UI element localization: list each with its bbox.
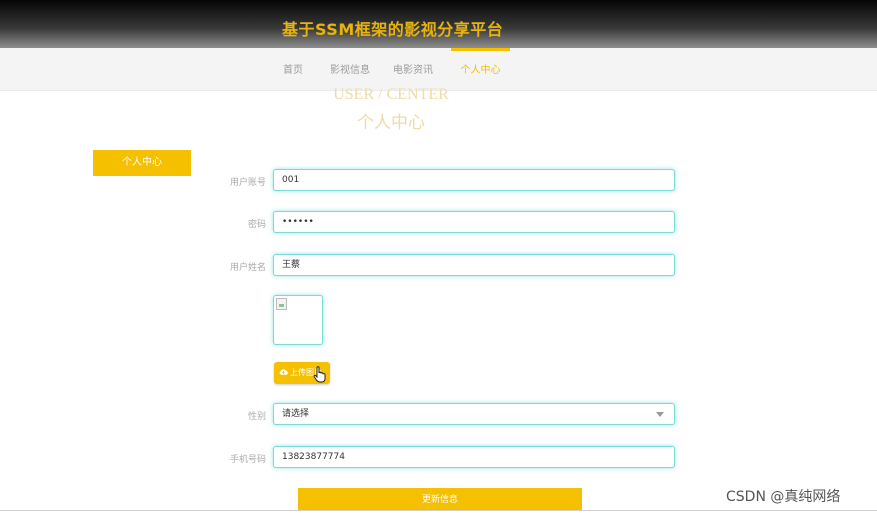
section-subtitle-cn: 个人中心 bbox=[357, 113, 425, 133]
name-input[interactable] bbox=[273, 254, 675, 276]
site-header: 基于SSM框架的影视分享平台 bbox=[0, 0, 877, 48]
gender-label: 性别 bbox=[247, 412, 266, 422]
site-title: 基于SSM框架的影视分享平台 bbox=[282, 20, 504, 39]
broken-image-icon bbox=[276, 298, 287, 310]
avatar-preview bbox=[273, 295, 323, 345]
cloud-upload-icon bbox=[279, 369, 288, 375]
section-subtitle-en: USER / CENTER bbox=[333, 86, 449, 103]
password-input[interactable] bbox=[273, 211, 675, 233]
phone-label: 手机号码 bbox=[229, 455, 266, 465]
nav-item-home[interactable]: 首页 bbox=[276, 48, 310, 90]
chevron-down-icon bbox=[656, 412, 664, 417]
nav-item-film-info[interactable]: 影视信息 bbox=[326, 48, 374, 90]
main-nav: 首页 影视信息 电影资讯 个人中心 bbox=[0, 48, 877, 91]
gender-select[interactable]: 请选择 bbox=[273, 403, 675, 425]
password-label: 密码 bbox=[247, 220, 266, 230]
update-info-button[interactable]: 更新信息 bbox=[298, 488, 582, 510]
phone-input[interactable] bbox=[273, 446, 675, 468]
name-label: 用户姓名 bbox=[229, 263, 266, 273]
account-label: 用户账号 bbox=[229, 178, 266, 188]
pointer-hand-icon bbox=[313, 366, 326, 383]
csdn-watermark: CSDN @真纯网络 bbox=[726, 489, 841, 505]
sidebar-personal-center-button[interactable]: 个人中心 bbox=[93, 150, 191, 176]
footer-divider bbox=[0, 510, 877, 511]
nav-item-movie-news[interactable]: 电影资讯 bbox=[388, 48, 438, 90]
account-input[interactable] bbox=[273, 169, 675, 191]
